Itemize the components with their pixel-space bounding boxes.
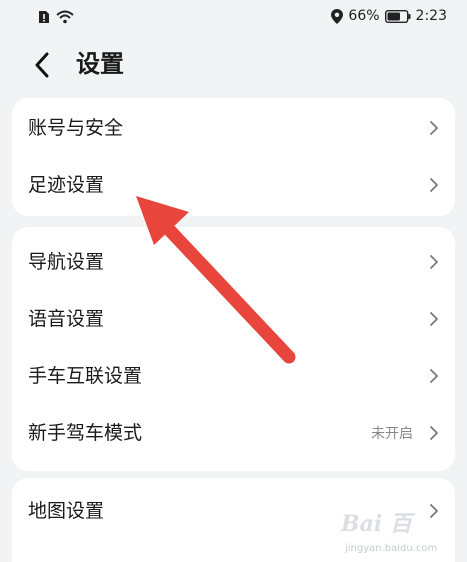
account-security-row[interactable]: 账号与安全 bbox=[12, 99, 455, 156]
navigation-settings-label: 导航设置 bbox=[28, 250, 105, 273]
chevron-right-icon bbox=[430, 425, 438, 440]
battery-percent: 66% bbox=[348, 8, 380, 24]
watermark-brand: Bai 百 bbox=[341, 511, 412, 537]
location-icon bbox=[331, 8, 344, 24]
watermark-url: jingyan.baidu.com bbox=[345, 543, 438, 554]
phone-car-link-row[interactable]: 手车互联设置 bbox=[12, 347, 455, 404]
voice-settings-label: 语音设置 bbox=[28, 307, 105, 330]
baidu-watermark: Bai 百 jingyan.baidu.com bbox=[331, 504, 461, 556]
account-security-label: 账号与安全 bbox=[28, 116, 124, 139]
wifi-icon bbox=[56, 10, 74, 24]
back-button[interactable] bbox=[28, 50, 56, 80]
chevron-right-icon bbox=[430, 254, 438, 269]
novice-driving-mode-row[interactable]: 新手驾车模式 未开启 bbox=[12, 404, 455, 461]
footprint-settings-label: 足迹设置 bbox=[28, 173, 105, 196]
status-left bbox=[38, 10, 74, 24]
chevron-right-icon bbox=[430, 368, 438, 383]
sim-alert-icon bbox=[39, 11, 49, 23]
battery-icon bbox=[384, 9, 411, 23]
chevron-right-icon bbox=[430, 120, 438, 135]
chevron-right-icon bbox=[430, 177, 438, 192]
navigation-settings-row[interactable]: 导航设置 bbox=[12, 233, 455, 290]
phone-car-link-label: 手车互联设置 bbox=[28, 364, 143, 387]
map-settings-label: 地图设置 bbox=[28, 499, 105, 522]
voice-settings-row[interactable]: 语音设置 bbox=[12, 290, 455, 347]
footprint-settings-row[interactable]: 足迹设置 bbox=[12, 156, 455, 213]
page-title: 设置 bbox=[76, 50, 124, 78]
status-right: 66% 2:23 bbox=[331, 8, 447, 24]
novice-driving-mode-status: 未开启 bbox=[371, 425, 413, 442]
clock: 2:23 bbox=[415, 8, 447, 24]
title-bar: 设置 bbox=[0, 38, 467, 94]
settings-group-navigation: 导航设置 语音设置 手车互联设置 新手驾车模式 未开启 bbox=[12, 227, 455, 471]
settings-group-account: 账号与安全 足迹设置 bbox=[12, 98, 455, 216]
novice-driving-mode-label: 新手驾车模式 bbox=[28, 421, 143, 444]
back-arrow-icon bbox=[35, 52, 49, 78]
status-bar: 66% 2:23 bbox=[0, 0, 467, 38]
chevron-right-icon bbox=[430, 311, 438, 326]
